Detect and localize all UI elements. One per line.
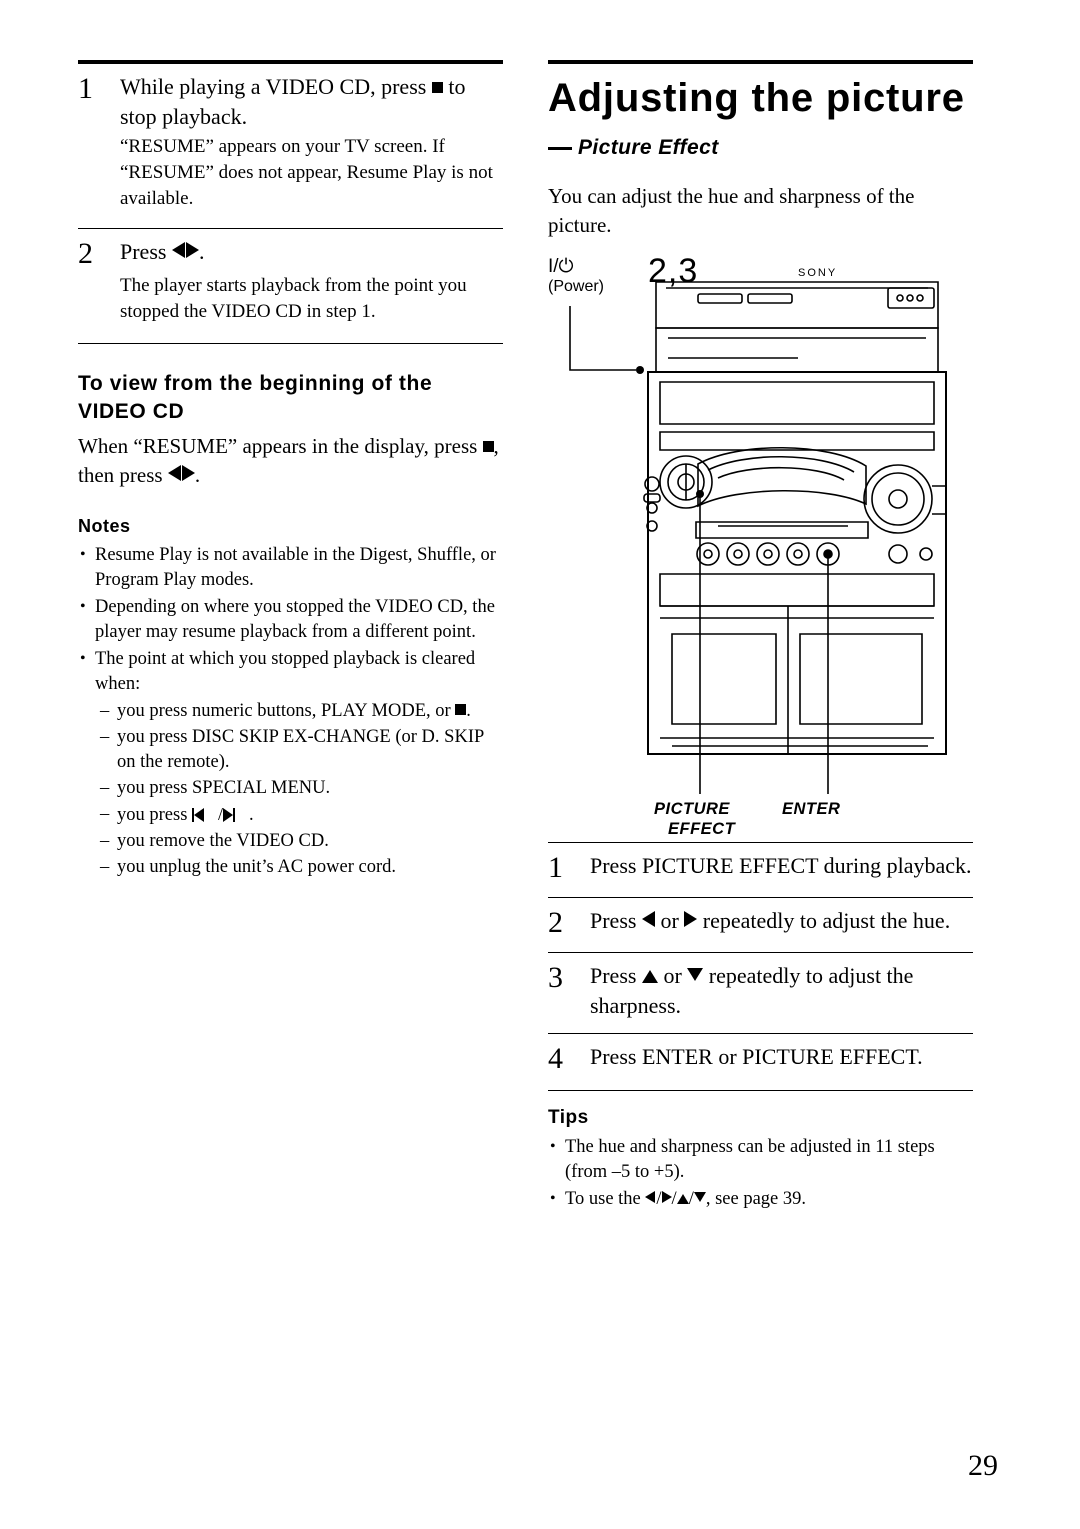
note-item: Resume Play is not available in the Dige… [78, 542, 503, 593]
right-step-4-number: 4 [548, 1042, 563, 1075]
down-arrow-icon [687, 968, 704, 981]
dash-lead-icon [548, 146, 572, 150]
right-step-3-text: Press or repeatedly to adjust the sharpn… [590, 961, 973, 1021]
right-step-2-text-a: Press [590, 908, 637, 933]
subhead-body-a: When “RESUME” appears in the display, pr… [78, 434, 478, 458]
tip-tail: , see page 39. [705, 1189, 806, 1209]
cleared-when-item: you remove the VIDEO CD. [100, 829, 503, 854]
section-subheading: To view from the beginning of the VIDEO … [78, 372, 433, 423]
tips-heading: Tips [548, 1107, 589, 1128]
section-label: Picture Effect [548, 136, 973, 160]
cleared-when-item: you press DISC SKIP EX-CHANGE (or D. SKI… [100, 725, 503, 775]
manual-page: 1 While playing a VIDEO CD, press to sto… [0, 0, 1080, 1529]
right-column: Adjusting the picture Picture Effect You… [548, 60, 973, 1214]
subhead-body-c: . [194, 463, 201, 487]
left-arrow-icon [641, 911, 655, 927]
stop-icon-3 [455, 704, 467, 715]
cleared-when-item: you press / . [100, 802, 503, 828]
tips-list: The hue and sharpness can be adjusted in… [548, 1134, 973, 1212]
section-label-text: Picture Effect [578, 136, 719, 159]
step-1-number: 1 [78, 72, 93, 105]
right-step-3-text-a: Press [590, 963, 637, 988]
right-step-1: 1 Press PICTURE EFFECT during playback. [548, 843, 973, 885]
cleared-when-tail: . [466, 701, 471, 721]
step-2-subtext: The player starts playback from the poin… [120, 275, 467, 322]
right-step-4: 4 Press ENTER or PICTURE EFFECT. [548, 1034, 973, 1076]
label-picture: PICTURE [654, 800, 730, 818]
notes-list: Resume Play is not available in the Dige… [78, 542, 503, 697]
right-step-3-text-c: repeatedly to adjust the sharpness. [590, 963, 914, 1018]
stereo-system-illustration: SONY [569, 267, 947, 794]
divider-thick-right [548, 60, 973, 64]
tip-text: To use the [565, 1189, 641, 1209]
right-step-1-number: 1 [548, 851, 563, 884]
cleared-when-text: you press numeric buttons, PLAY MODE, or [117, 701, 451, 721]
step-1-subtext: “RESUME” appears on your TV screen. If “… [120, 136, 493, 209]
right-step-3-text-b: or [663, 963, 682, 988]
direction-keys-icon: / / / [645, 1187, 706, 1212]
step-1: 1 While playing a VIDEO CD, press to sto… [78, 64, 503, 132]
left-column: 1 While playing a VIDEO CD, press to sto… [78, 60, 503, 881]
cleared-when-item: you press SPECIAL MENU. [100, 776, 503, 801]
tip-item: To use the ///, see page 39. [548, 1186, 973, 1212]
label-enter: ENTER [782, 800, 841, 818]
right-step-3: 3 Press or repeatedly to adjust the shar… [548, 953, 973, 1021]
right-step-3-number: 3 [548, 961, 563, 994]
right-step-2-text-c: repeatedly to adjust the hue. [702, 908, 951, 933]
step-1-text-before: While playing a VIDEO CD, press [120, 74, 427, 99]
label-effect: EFFECT [668, 820, 736, 838]
cleared-when-text: you press [117, 805, 188, 825]
divider-thin-2 [78, 343, 503, 344]
right-step-4-text: Press ENTER or PICTURE EFFECT. [590, 1044, 923, 1069]
play-pause-icon-2 [167, 461, 195, 490]
divider-thin-r5 [548, 1090, 973, 1091]
notes-heading: Notes [78, 516, 131, 536]
right-step-2-number: 2 [548, 906, 563, 939]
page-title: Adjusting the picture [548, 76, 965, 120]
right-step-2-text-b: or [660, 908, 679, 933]
cleared-when-item: you unplug the unit’s AC power cord. [100, 855, 503, 880]
cleared-when-tail: . [249, 805, 254, 825]
up-arrow-icon [641, 970, 658, 983]
step-2-number: 2 [78, 237, 93, 270]
play-pause-icon [171, 237, 199, 267]
intro-paragraph: You can adjust the hue and sharpness of … [548, 184, 915, 237]
skip-back-forward-icon: / [192, 802, 249, 828]
step-2: 2 Press . [78, 229, 503, 271]
note-item: The point at which you stopped playback … [78, 646, 503, 697]
stop-icon-2 [482, 441, 494, 452]
right-step-2-text: Press or repeatedly to adjust the hue. [590, 906, 950, 936]
right-arrow-icon [684, 911, 698, 927]
step-2-text: Press . [120, 237, 204, 267]
page-number: 29 [968, 1449, 998, 1482]
device-figure: I/⏻ (Power) 2,3 SONY PICTURE EFFECT ENTE… [548, 252, 973, 838]
tip-item: The hue and sharpness can be adjusted in… [548, 1134, 973, 1185]
step-1-text: While playing a VIDEO CD, press to stop … [120, 72, 503, 132]
right-step-1-text: Press PICTURE EFFECT during playback. [590, 853, 972, 878]
section-subheading-body: When “RESUME” appears in the display, pr… [78, 432, 503, 490]
right-step-2: 2 Press or repeatedly to adjust the hue. [548, 898, 973, 940]
stop-icon [431, 82, 443, 93]
note-item: Depending on where you stopped the VIDEO… [78, 594, 503, 645]
svg-text:SONY: SONY [798, 267, 837, 279]
cleared-when-item: you press numeric buttons, PLAY MODE, or… [100, 699, 503, 724]
cleared-when-list: you press numeric buttons, PLAY MODE, or… [78, 699, 503, 880]
step-2-text-before: Press [120, 239, 167, 264]
step-2-text-after: . [198, 239, 205, 264]
